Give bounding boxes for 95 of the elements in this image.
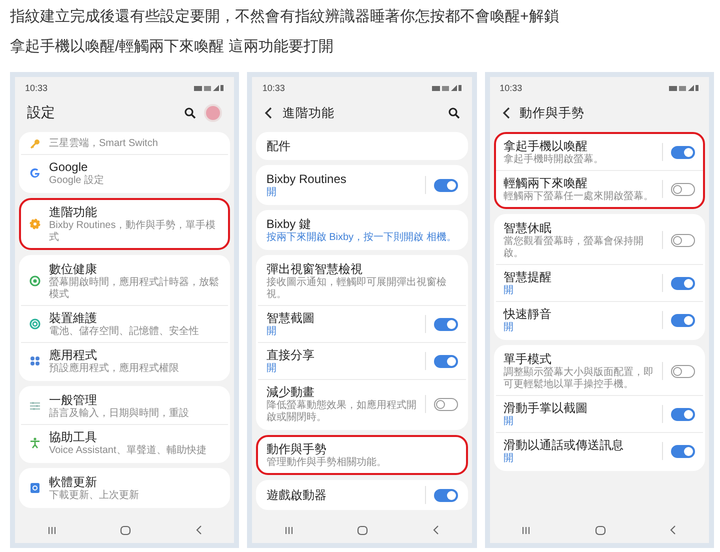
setting-title[interactable]: 滑動手掌以截圖 <box>504 400 654 416</box>
setting-title[interactable]: Bixby 鍵 <box>266 216 458 232</box>
key-icon <box>29 138 41 150</box>
setting-title[interactable]: 應用程式 <box>49 347 220 363</box>
setting-title[interactable]: 快速靜音 <box>504 306 654 322</box>
back-icon[interactable] <box>669 525 678 535</box>
setting-subtitle: 三星雲端，Smart Switch <box>49 138 159 150</box>
setting-title[interactable]: 配件 <box>266 138 458 154</box>
setting-title[interactable]: 數位健康 <box>49 261 220 277</box>
setting-title[interactable]: 智慧休眠 <box>504 220 654 236</box>
search-icon[interactable] <box>184 107 196 119</box>
setting-subtitle: 按兩下來開啟 Bixby，按一下則開啟 相機。 <box>266 232 458 244</box>
setting-subtitle: 開 <box>504 453 515 465</box>
setting-subtitle: 開 <box>504 322 515 334</box>
setting-title[interactable]: 動作與手勢 <box>266 441 458 457</box>
status-time: 10:33 <box>500 83 522 93</box>
home-icon[interactable] <box>120 524 132 536</box>
setting-title[interactable]: 裝置維護 <box>49 310 220 326</box>
status-icons <box>194 84 224 92</box>
setting-subtitle: Voice Assistant、單聲道、輔助快捷 <box>49 445 208 457</box>
setting-title[interactable]: 單手模式 <box>504 351 654 367</box>
screen-title: 動作與手勢 <box>520 104 586 122</box>
intro-text: 拿起手機以喚醒/輕觸兩下來喚醒 這兩功能要打開 <box>10 37 334 57</box>
setting-subtitle: 預設應用程式，應用程式權限 <box>49 363 180 375</box>
toggle-switch[interactable] <box>434 318 458 330</box>
setting-subtitle: 開 <box>266 187 278 199</box>
sliders-icon <box>29 400 41 412</box>
toggle-switch[interactable] <box>670 364 695 378</box>
screen-title: 設定 <box>27 104 56 122</box>
setting-subtitle: 輕觸兩下螢幕任一處來開啟螢幕。 <box>504 191 654 203</box>
setting-subtitle: 電池、儲存空間、記憶體、安全性 <box>49 326 200 338</box>
update-icon <box>29 482 41 494</box>
toggle-switch[interactable] <box>434 488 458 502</box>
setting-title[interactable]: 軟體更新 <box>49 474 220 490</box>
setting-title[interactable]: 輕觸兩下來喚醒 <box>504 175 654 191</box>
toggle-switch[interactable] <box>434 178 458 192</box>
setting-subtitle: 開 <box>504 416 515 428</box>
back-icon[interactable] <box>264 107 274 119</box>
setting-title[interactable]: 智慧提醒 <box>504 269 654 285</box>
setting-title[interactable]: 拿起手機以喚醒 <box>504 138 654 154</box>
setting-title[interactable]: Bixby Routines <box>266 171 417 187</box>
setting-subtitle: Bixby Routines，動作與手勢，單手模式 <box>49 220 217 244</box>
toggle-switch[interactable] <box>670 182 695 196</box>
setting-subtitle: 開 <box>504 285 515 297</box>
setting-title[interactable]: 進階功能 <box>49 204 220 220</box>
toggle-switch[interactable] <box>434 354 458 368</box>
setting-subtitle: 接收圖示通知，輕觸即可展開彈出視窗檢視。 <box>266 277 448 301</box>
recent-apps-icon[interactable] <box>46 526 57 534</box>
status-time: 10:33 <box>25 83 48 93</box>
toggle-switch[interactable] <box>670 444 695 458</box>
setting-title[interactable]: 滑動以通話或傳送訊息 <box>504 437 654 453</box>
setting-title[interactable]: 協助工具 <box>49 429 220 445</box>
status-time: 10:33 <box>262 83 285 93</box>
back-icon[interactable] <box>432 525 440 535</box>
setting-subtitle: 調整顯示螢幕大小與版面配置，即可更輕鬆地以單手操控手機。 <box>504 367 654 391</box>
toggle-switch[interactable] <box>670 146 695 158</box>
setting-subtitle: 語言及輸入，日期與時間，重設 <box>49 408 190 420</box>
setting-subtitle: 管理動作與手勢相關功能。 <box>266 457 388 469</box>
setting-title[interactable]: 一般管理 <box>49 392 220 408</box>
setting-subtitle: 開 <box>266 326 278 338</box>
setting-title[interactable]: 彈出視窗智慧檢視 <box>266 261 458 277</box>
setting-subtitle: 開 <box>266 363 278 375</box>
setting-title[interactable]: Google <box>49 159 220 175</box>
recent-apps-icon[interactable] <box>284 526 294 534</box>
setting-subtitle: 當您觀看螢幕時，螢幕會保持開啟。 <box>504 236 645 260</box>
toggle-switch[interactable] <box>670 276 695 290</box>
screen-title: 進階功能 <box>282 104 336 122</box>
setting-subtitle: Google 設定 <box>49 175 106 187</box>
search-icon[interactable] <box>448 107 460 119</box>
device-care-icon <box>29 318 41 330</box>
status-icons <box>432 84 462 92</box>
gear-icon <box>29 218 41 230</box>
toggle-switch[interactable] <box>434 398 458 410</box>
setting-subtitle: 降低螢幕動態效果，如應用程式開啟或關閉時。 <box>266 400 417 424</box>
accessibility-icon <box>29 437 41 449</box>
apps-icon <box>29 355 41 367</box>
recent-apps-icon[interactable] <box>521 526 532 534</box>
back-icon[interactable] <box>502 107 512 119</box>
setting-title[interactable]: 遊戲啟動器 <box>266 487 417 503</box>
toggle-switch[interactable] <box>670 408 695 420</box>
toggle-switch[interactable] <box>670 314 695 326</box>
setting-title[interactable]: 直接分享 <box>266 347 417 363</box>
setting-subtitle: 下載更新、上次更新 <box>49 490 140 502</box>
toggle-switch[interactable] <box>670 234 695 246</box>
back-icon[interactable] <box>194 525 203 535</box>
intro-text: 指紋建立完成後還有些設定要開，不然會有指紋辨識器睡著你怎按都不會喚醒+解鎖 <box>10 7 560 27</box>
setting-subtitle: 螢幕開啟時間，應用程式計時器，放鬆模式 <box>49 277 220 301</box>
setting-subtitle: 拿起手機時開啟螢幕。 <box>504 154 605 166</box>
home-icon[interactable] <box>357 524 368 536</box>
google-logo-icon <box>29 167 41 179</box>
setting-title[interactable]: 智慧截圖 <box>266 310 417 326</box>
wellbeing-icon <box>29 275 41 287</box>
home-icon[interactable] <box>594 524 606 536</box>
setting-title[interactable]: 減少動畫 <box>266 384 417 400</box>
status-icons <box>668 84 699 92</box>
